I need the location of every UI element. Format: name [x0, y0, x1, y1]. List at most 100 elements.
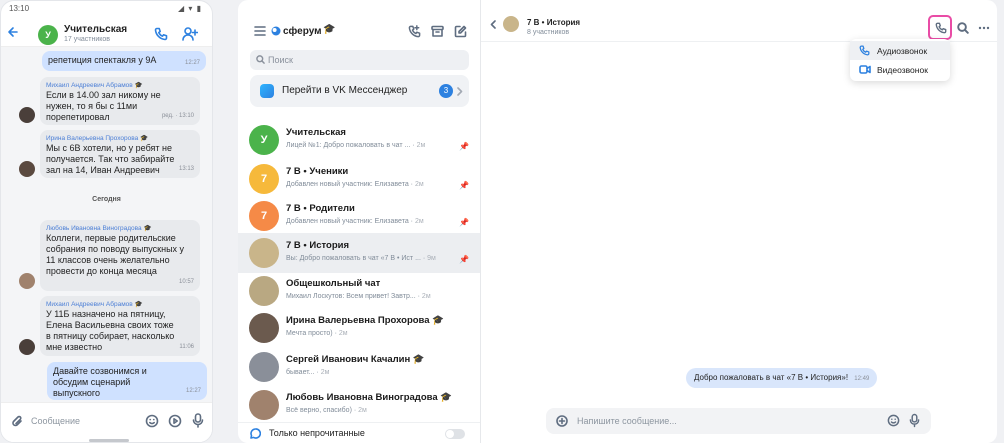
conversation-subtitle: 8 участников	[527, 29, 570, 36]
new-call-icon[interactable]	[408, 25, 421, 38]
message-text: Коллеги, первые родительские собрания по…	[46, 233, 185, 276]
unread-filter[interactable]: Только непрочитанные	[238, 422, 480, 443]
author-avatar	[19, 339, 35, 355]
archive-icon[interactable]	[431, 25, 444, 38]
avatar-letter: У	[260, 134, 268, 146]
chat-bubble-icon	[250, 428, 261, 439]
back-chevron-icon[interactable]	[490, 20, 496, 29]
back-arrow-icon[interactable]	[7, 26, 19, 38]
phone-message-list: 12:27 репетиция спектакля у 9А Михаил Ан…	[1, 47, 212, 402]
video-camera-icon	[859, 65, 871, 74]
message-input[interactable]: Напишите сообщение...	[546, 408, 931, 434]
chat-preview-text: Всё верно, спасибо)	[286, 407, 352, 414]
chat-preview: Лицей №1: Добро пожаловать в чат ... · 2…	[286, 142, 426, 149]
message-placeholder: Напишите сообщение...	[577, 416, 677, 426]
phone-icon	[859, 45, 870, 56]
compose-icon[interactable]	[454, 25, 467, 38]
phone-input-bar: Сообщение	[1, 402, 212, 442]
search-icon[interactable]	[957, 22, 969, 34]
microphone-icon[interactable]	[192, 413, 204, 428]
pin-icon: 📌	[459, 181, 469, 190]
status-time: 13:10	[9, 4, 30, 13]
pin-icon: 📌	[459, 218, 469, 227]
message-author: Михаил Андреевич Абрамов 🎓	[46, 82, 143, 89]
chat-list-item[interactable]: Сергей Иванович Качалин 🎓 бывает... · 2м	[238, 347, 480, 387]
chat-list-item[interactable]: 7 В • История Вы: Добро пожаловать в чат …	[238, 233, 480, 273]
chat-name: 7 В • Родители	[286, 203, 355, 214]
chat-avatar: У	[38, 25, 58, 45]
chat-list-item[interactable]: Общешкольный чат Михаил Лоскутов: Всем пр…	[238, 271, 480, 311]
search-input[interactable]: Поиск	[250, 50, 469, 70]
phone-message-input[interactable]: Сообщение	[31, 416, 80, 426]
chat-avatar: 7	[249, 201, 279, 231]
audio-call-label: Аудиозвонок	[877, 46, 928, 56]
conversation-avatar	[503, 16, 519, 32]
video-call-option[interactable]: Видеозвонок	[850, 60, 950, 79]
chat-time: 2м	[414, 181, 424, 188]
message-time: ред. · 13:10	[161, 113, 194, 119]
message-bubble[interactable]: Любовь Ивановна Виноградова 🎓 Коллеги, п…	[40, 220, 200, 291]
chat-list-item[interactable]: У Учительская Лицей №1: Добро пожаловать в…	[238, 120, 480, 160]
author-avatar	[19, 161, 35, 177]
message-text: репетиция спектакля у 9А	[48, 55, 157, 65]
message-bubble[interactable]: Ирина Валерьевна Прохорова 🎓 Мы с 6В хот…	[40, 130, 200, 178]
chat-preview-text: Михаил Лоскутов: Всем привет! Завтр...	[286, 293, 416, 300]
chat-list-item[interactable]: Любовь Ивановна Виноградова 🎓 Всё верно, …	[238, 385, 480, 425]
call-button-highlight	[928, 15, 952, 40]
message-time: 11:06	[179, 344, 194, 350]
emoji-icon[interactable]	[887, 414, 900, 427]
search-icon	[256, 55, 265, 64]
vk-messenger-icon	[260, 84, 274, 98]
graduation-cap-icon: 🎓	[323, 24, 336, 35]
message-text: Мы с 6В хотели, но у ребят не получается…	[46, 143, 175, 175]
author-avatar	[19, 273, 35, 289]
system-message-time: 12:49	[854, 376, 870, 382]
brand-name: сферум	[283, 26, 322, 37]
more-icon[interactable]	[978, 26, 990, 30]
phone-chat-title: Учительская	[64, 24, 128, 35]
chat-list-item[interactable]: 7 7 В • Ученики Добавлен новый участник: Е…	[238, 159, 480, 199]
emoji-icon[interactable]	[145, 414, 159, 428]
play-icon[interactable]	[168, 414, 182, 428]
add-icon[interactable]	[556, 415, 568, 427]
chat-preview: Добавлен новый участник: Елизавета · 2м	[286, 181, 424, 188]
home-indicator	[89, 439, 129, 442]
chat-avatar: У	[249, 125, 279, 155]
phone-screen: 13:10 ◢ ▾ ▮ У Учительская 17 участников …	[0, 0, 213, 443]
chat-time: 2м	[320, 369, 330, 376]
chat-avatar	[249, 390, 279, 420]
chat-list-item[interactable]: Ирина Валерьевна Прохорова 🎓 Мечта просто…	[238, 308, 480, 348]
phone-call-icon[interactable]	[154, 27, 168, 41]
message-bubble[interactable]: Михаил Андреевич Абрамов 🎓 У 11Б назначе…	[40, 296, 200, 356]
chat-avatar	[249, 352, 279, 382]
menu-icon[interactable]	[254, 26, 266, 36]
add-member-icon[interactable]	[182, 26, 198, 42]
avatar-letter: У	[45, 30, 51, 40]
chat-preview-text: Добавлен новый участник: Елизавета	[286, 181, 409, 188]
message-bubble[interactable]: 12:27 репетиция спектакля у 9А	[42, 51, 206, 71]
message-bubble[interactable]: Давайте созвонимся и обсудим сценарий вы…	[47, 362, 207, 400]
chat-list-item[interactable]: 7 7 В • Родители Добавлен новый участник: …	[238, 196, 480, 236]
vk-messenger-banner[interactable]: Перейти в VK Мессенджер 3	[250, 75, 469, 107]
chat-name: Сергей Иванович Качалин 🎓	[286, 354, 425, 365]
conversation-header: 7 В • История 8 участников	[481, 0, 997, 42]
day-separator: Сегодня	[92, 196, 121, 203]
chat-time: 2м	[338, 330, 348, 337]
author-avatar	[19, 107, 35, 123]
microphone-icon[interactable]	[909, 413, 920, 428]
chat-preview: Михаил Лоскутов: Всем привет! Завтр... ·…	[286, 293, 431, 300]
chat-preview: бывает... · 2м	[286, 369, 330, 376]
chat-preview-text: Добавлен новый участник: Елизавета	[286, 218, 409, 225]
vk-banner-label: Перейти в VK Мессенджер	[282, 85, 408, 96]
audio-call-option[interactable]: Аудиозвонок	[850, 41, 950, 60]
message-bubble[interactable]: Михаил Андреевич Абрамов 🎓 Если в 14.00 …	[40, 77, 200, 125]
chat-preview: Добавлен новый участник: Елизавета · 2м	[286, 218, 424, 225]
conversation-title: 7 В • История	[527, 18, 581, 27]
chat-avatar	[249, 276, 279, 306]
message-time: 12:27	[185, 388, 201, 394]
chat-name: 7 В • История	[286, 240, 350, 251]
attach-icon[interactable]	[11, 415, 24, 428]
phone-chat-header: У Учительская 17 участников	[1, 17, 212, 47]
unread-toggle[interactable]	[445, 429, 465, 439]
chat-name: Любовь Ивановна Виноградова 🎓	[286, 392, 453, 403]
